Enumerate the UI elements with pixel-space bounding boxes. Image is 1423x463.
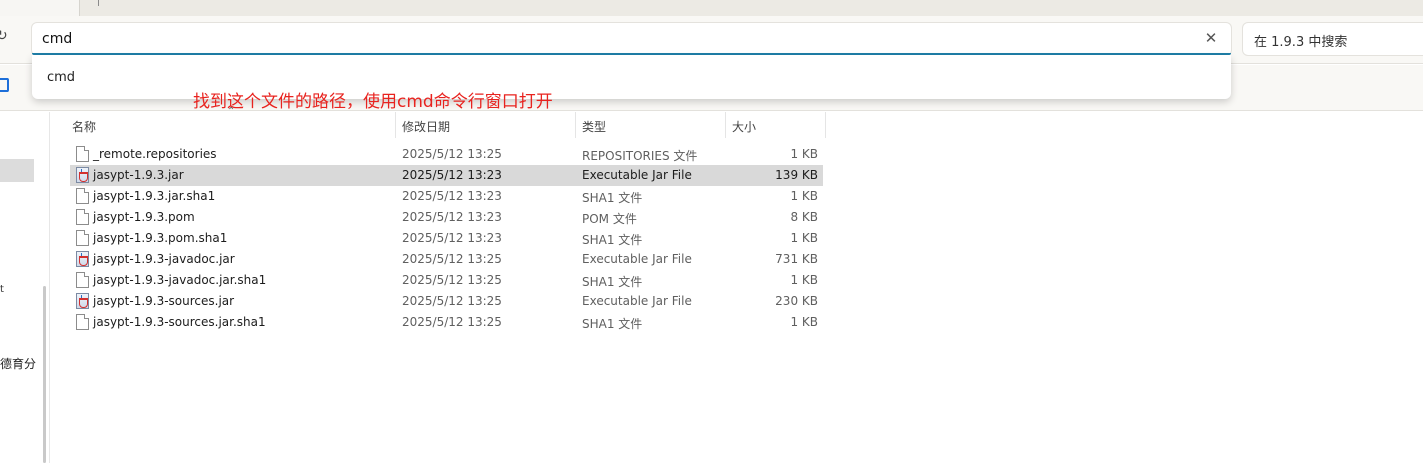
file-size: 8 KB bbox=[790, 210, 818, 224]
file-size: 230 KB bbox=[775, 294, 818, 308]
sidebar-partial-mark: t bbox=[0, 284, 4, 295]
tab-current[interactable] bbox=[0, 0, 80, 16]
file-row[interactable]: jasypt-1.9.3-javadoc.jar.sha1 2025/5/12 … bbox=[70, 270, 823, 291]
file-row[interactable]: jasypt-1.9.3.jar 2025/5/12 13:23 Executa… bbox=[70, 165, 823, 186]
column-header-name[interactable]: 名称 bbox=[66, 112, 396, 138]
tab-strip bbox=[0, 0, 1423, 16]
file-modified: 2025/5/12 13:25 bbox=[402, 315, 502, 329]
file-explorer-window: ↻ ✕ 在 1.9.3 中搜索 cmd 找到这个文件的路径，使用cmd命令行窗口… bbox=[0, 0, 1423, 463]
file-type: Executable Jar File bbox=[582, 168, 692, 182]
jar-icon bbox=[76, 167, 89, 183]
file-type: SHA1 文件 bbox=[582, 191, 643, 205]
file-modified: 2025/5/12 13:23 bbox=[402, 168, 502, 182]
file-list: ⌃ 名称 修改日期 类型 大小 _remote.repositories 202… bbox=[50, 106, 1423, 463]
file-size: 1 KB bbox=[790, 189, 818, 203]
column-header-size[interactable]: 大小 bbox=[726, 112, 826, 138]
file-name: jasypt-1.9.3-javadoc.jar bbox=[93, 252, 235, 266]
file-icon bbox=[76, 272, 89, 288]
file-icon bbox=[76, 314, 89, 330]
file-modified: 2025/5/12 13:25 bbox=[402, 147, 502, 161]
file-row[interactable]: jasypt-1.9.3-sources.jar.sha1 2025/5/12 … bbox=[70, 312, 823, 333]
file-icon bbox=[76, 230, 89, 246]
file-size: 139 KB bbox=[775, 168, 818, 182]
file-icon bbox=[76, 188, 89, 204]
file-name: _remote.repositories bbox=[93, 147, 217, 161]
file-name: jasypt-1.9.3-sources.jar bbox=[93, 294, 235, 308]
file-name: jasypt-1.9.3.pom bbox=[93, 210, 195, 224]
file-type: Executable Jar File bbox=[582, 252, 692, 266]
file-name: jasypt-1.9.3.jar bbox=[93, 168, 184, 182]
file-row[interactable]: jasypt-1.9.3-sources.jar 2025/5/12 13:25… bbox=[70, 291, 823, 312]
file-modified: 2025/5/12 13:25 bbox=[402, 252, 502, 266]
file-modified: 2025/5/12 13:25 bbox=[402, 294, 502, 308]
jar-icon bbox=[76, 293, 89, 309]
file-row[interactable]: jasypt-1.9.3.pom 2025/5/12 13:23 POM 文件 … bbox=[70, 207, 823, 228]
column-header-modified[interactable]: 修改日期 bbox=[396, 112, 576, 138]
file-size: 731 KB bbox=[775, 252, 818, 266]
annotation-text: 找到这个文件的路径，使用cmd命令行窗口打开 bbox=[193, 92, 553, 112]
folder-search-placeholder: 在 1.9.3 中搜索 bbox=[1254, 35, 1348, 50]
file-size: 1 KB bbox=[790, 315, 818, 329]
file-name: jasypt-1.9.3.pom.sha1 bbox=[93, 231, 228, 245]
sidebar-scrollbar[interactable] bbox=[43, 286, 46, 463]
file-row[interactable]: jasypt-1.9.3.jar.sha1 2025/5/12 13:23 SH… bbox=[70, 186, 823, 207]
search-box[interactable]: ✕ bbox=[32, 23, 1231, 55]
folder-search-box[interactable]: 在 1.9.3 中搜索 bbox=[1243, 23, 1423, 55]
file-type: SHA1 文件 bbox=[582, 275, 643, 289]
toolbar-edge-icon[interactable] bbox=[0, 78, 9, 92]
navigation-pane: t 德育分 bbox=[0, 112, 36, 463]
column-header-type[interactable]: 类型 bbox=[576, 112, 726, 138]
refresh-icon[interactable]: ↻ bbox=[0, 28, 10, 48]
clear-search-icon[interactable]: ✕ bbox=[1203, 29, 1219, 49]
file-type: SHA1 文件 bbox=[582, 317, 643, 331]
file-size: 1 KB bbox=[790, 147, 818, 161]
file-icon bbox=[76, 209, 89, 225]
file-modified: 2025/5/12 13:23 bbox=[402, 231, 502, 245]
file-modified: 2025/5/12 13:25 bbox=[402, 273, 502, 287]
file-type: REPOSITORIES 文件 bbox=[582, 149, 698, 163]
file-row[interactable]: jasypt-1.9.3-javadoc.jar 2025/5/12 13:25… bbox=[70, 249, 823, 270]
sidebar-selected-item[interactable] bbox=[0, 159, 34, 182]
jar-icon bbox=[76, 251, 89, 267]
search-input[interactable] bbox=[42, 30, 1182, 48]
file-row[interactable]: _remote.repositories 2025/5/12 13:25 REP… bbox=[70, 144, 823, 165]
file-modified: 2025/5/12 13:23 bbox=[402, 210, 502, 224]
file-size: 1 KB bbox=[790, 273, 818, 287]
file-type: Executable Jar File bbox=[582, 294, 692, 308]
file-icon bbox=[76, 146, 89, 162]
file-name: jasypt-1.9.3.jar.sha1 bbox=[93, 189, 216, 203]
file-name: jasypt-1.9.3-sources.jar.sha1 bbox=[93, 315, 266, 329]
file-modified: 2025/5/12 13:23 bbox=[402, 189, 502, 203]
file-row[interactable]: jasypt-1.9.3.pom.sha1 2025/5/12 13:23 SH… bbox=[70, 228, 823, 249]
file-type: POM 文件 bbox=[582, 212, 637, 226]
file-type: SHA1 文件 bbox=[582, 233, 643, 247]
file-name: jasypt-1.9.3-javadoc.jar.sha1 bbox=[93, 273, 267, 287]
tab-separator bbox=[98, 0, 99, 6]
file-size: 1 KB bbox=[790, 231, 818, 245]
suggestion-item[interactable]: cmd bbox=[47, 70, 75, 85]
sidebar-item-label[interactable]: 德育分 bbox=[0, 355, 36, 372]
